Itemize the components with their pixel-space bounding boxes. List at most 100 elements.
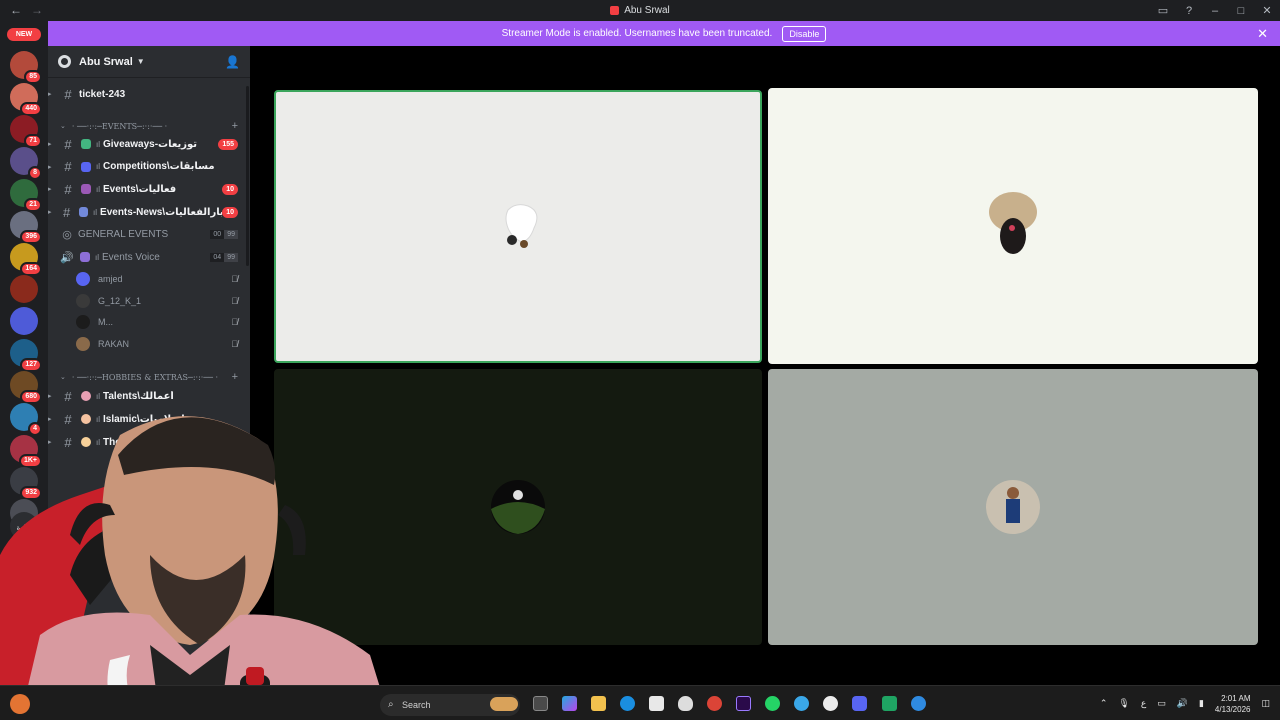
mention-count-badge: 85 bbox=[24, 70, 42, 84]
voice-channel[interactable]: ◎ GENERAL EVENTS 00 99 bbox=[48, 224, 250, 244]
language-indicator[interactable]: ع bbox=[1141, 698, 1146, 709]
channel-item[interactable]: ▸ # ıl Giveaways-توزيعات 155 bbox=[48, 134, 250, 154]
participant-tile[interactable] bbox=[274, 90, 762, 363]
user-limit: 00 99 bbox=[210, 229, 238, 239]
app-icon-2[interactable] bbox=[911, 696, 926, 711]
channel-emoji-icon bbox=[81, 139, 91, 149]
weather-icon[interactable] bbox=[10, 694, 30, 714]
server-icon[interactable]: 71 bbox=[10, 115, 42, 148]
premiere-icon[interactable] bbox=[736, 696, 751, 711]
mic-muted-icon: 🎙̸ bbox=[231, 317, 238, 327]
disable-button[interactable]: Disable bbox=[782, 25, 827, 42]
mic-muted-icon: 🎙̸ bbox=[231, 274, 238, 284]
channel-item[interactable]: ▸ # ıl Talents\أعمالك bbox=[48, 386, 250, 406]
close-icon[interactable]: ✕ bbox=[1257, 26, 1268, 42]
mention-count-badge: 680 bbox=[20, 390, 42, 404]
scrollbar[interactable] bbox=[246, 86, 249, 266]
voice-member[interactable]: RAKAN 🎙̸ bbox=[76, 334, 250, 354]
notification-icon[interactable]: ◫ bbox=[1261, 698, 1270, 709]
server-icon[interactable]: 8 bbox=[10, 147, 42, 180]
avatar bbox=[76, 336, 90, 351]
participant-tile[interactable] bbox=[768, 88, 1258, 364]
chrome-icon[interactable] bbox=[707, 696, 722, 711]
alien-icon[interactable] bbox=[678, 696, 693, 711]
whatsapp-icon[interactable] bbox=[765, 696, 780, 711]
channel-emoji-icon bbox=[81, 161, 91, 172]
server-icon[interactable]: 127 bbox=[10, 339, 42, 372]
chevron-down-icon: ⌄ bbox=[60, 122, 66, 130]
minimize-icon[interactable]: – bbox=[1208, 5, 1222, 17]
battery-icon[interactable]: ▮ bbox=[1199, 698, 1204, 709]
volume-icon[interactable]: 🔊 bbox=[1177, 698, 1188, 709]
mention-count-badge: 8 bbox=[28, 166, 42, 180]
copilot-icon[interactable] bbox=[562, 696, 577, 711]
voice-member[interactable]: amjed 🎙̸ bbox=[76, 269, 250, 289]
participant-tile[interactable] bbox=[768, 369, 1258, 645]
voice-member[interactable]: G_12_K_1 🎙̸ bbox=[76, 291, 250, 311]
voice-channel[interactable]: 🔊 ıl Events Voice 04 99 bbox=[48, 247, 250, 267]
network-icon[interactable]: ▭ bbox=[1157, 698, 1166, 709]
channel-emoji-icon bbox=[78, 207, 89, 218]
invite-people-icon[interactable]: 👤 bbox=[225, 55, 240, 69]
banner-text: Streamer Mode is enabled. Usernames have… bbox=[501, 28, 773, 39]
close-window-icon[interactable]: ✕ bbox=[1260, 4, 1274, 17]
inbox-icon[interactable]: ▭ bbox=[1156, 4, 1170, 17]
server-icon[interactable]: 85 bbox=[10, 51, 42, 84]
clock[interactable]: 2:01 AM 4/13/2026 bbox=[1215, 693, 1251, 715]
search-icon: ⌕ bbox=[388, 699, 394, 710]
help-icon[interactable]: ? bbox=[1182, 5, 1196, 17]
channel-emoji-icon bbox=[81, 184, 91, 195]
file-explorer-icon[interactable] bbox=[591, 696, 606, 711]
voice-stage bbox=[250, 46, 1280, 685]
maximize-icon[interactable]: □ bbox=[1234, 5, 1248, 17]
mention-count-badge: 440 bbox=[20, 102, 42, 116]
channel-item[interactable]: ▸ # ıl Competitions\مسابقات bbox=[48, 157, 250, 177]
category-events[interactable]: ⌄ · ──·:·:─EVENTS─:·:·── · + bbox=[48, 118, 250, 134]
add-channel-icon[interactable]: + bbox=[232, 371, 238, 383]
browser-icon[interactable] bbox=[794, 696, 809, 711]
app-icon[interactable] bbox=[882, 696, 897, 711]
avatar bbox=[76, 315, 90, 329]
channel-ticket[interactable]: ▸ # ticket-243 bbox=[48, 84, 250, 104]
channel-item[interactable]: ▸ # ıl Events-News\اخبارالفعاليات 10 bbox=[48, 202, 250, 222]
server-header[interactable]: Abu Srwal ▼ 👤 bbox=[48, 46, 250, 78]
speaker-icon: ◎ bbox=[62, 228, 72, 241]
voice-member[interactable]: M... 🎙̸ bbox=[76, 312, 250, 332]
mention-badge: 155 bbox=[218, 138, 238, 150]
music-icon[interactable] bbox=[823, 696, 838, 711]
server-icon[interactable]: 164 bbox=[10, 243, 42, 276]
discord-icon[interactable] bbox=[852, 696, 867, 711]
mic-icon[interactable]: 🎙 bbox=[1118, 698, 1129, 709]
channel-item[interactable]: ▸ # ıl Events\فعاليات 10 bbox=[48, 179, 250, 199]
chevron-down-icon: ⌄ bbox=[60, 373, 66, 381]
chevron-down-icon: ▼ bbox=[136, 57, 145, 66]
server-icon[interactable]: 440 bbox=[10, 83, 42, 116]
streamer-mode-banner: Streamer Mode is enabled. Usernames have… bbox=[48, 21, 1280, 46]
server-icon[interactable]: 396 bbox=[10, 211, 42, 244]
store-icon[interactable] bbox=[649, 696, 664, 711]
chevron-up-icon[interactable]: ⌃ bbox=[1100, 698, 1108, 709]
server-icon[interactable] bbox=[10, 307, 38, 335]
unread-indicator-icon: ▸ bbox=[48, 141, 52, 148]
mention-badge: 10 bbox=[222, 183, 238, 195]
server-icon[interactable]: 21 bbox=[10, 179, 42, 212]
hash-icon: # bbox=[64, 136, 72, 152]
window-title: Abu Srwal bbox=[610, 5, 670, 16]
category-hobbies[interactable]: ⌄ · ──·:·:─HOBBIES & EXTRAS─:·:·── · + bbox=[48, 369, 250, 385]
hash-icon: # bbox=[64, 388, 72, 404]
server-icon[interactable]: 680 bbox=[10, 371, 42, 404]
arrow-left-icon[interactable]: ← bbox=[10, 3, 22, 17]
webcam-image bbox=[0, 416, 390, 720]
server-icon[interactable] bbox=[10, 275, 38, 303]
avatar bbox=[76, 272, 90, 286]
unread-indicator-icon: ▸ bbox=[48, 186, 52, 194]
edge-icon[interactable] bbox=[620, 696, 635, 711]
task-view-icon[interactable] bbox=[533, 696, 548, 711]
arrow-right-icon[interactable]: → bbox=[31, 3, 43, 17]
unread-indicator-icon: ▸ bbox=[48, 91, 52, 98]
mention-count-badge: 127 bbox=[20, 358, 42, 372]
hash-icon: # bbox=[64, 159, 72, 175]
add-channel-icon[interactable]: + bbox=[232, 120, 238, 132]
mention-count-badge: 21 bbox=[24, 198, 42, 212]
participant-avatar bbox=[505, 204, 538, 248]
